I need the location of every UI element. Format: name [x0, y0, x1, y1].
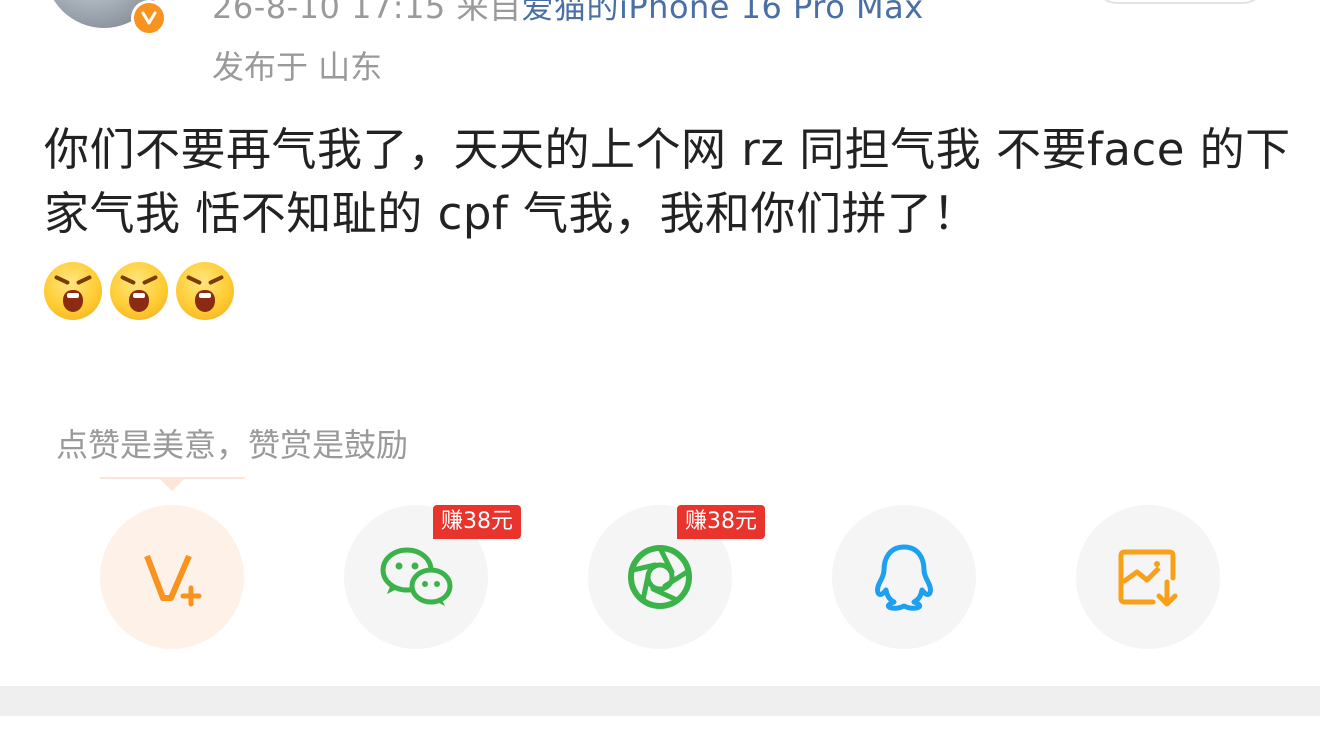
section-divider [0, 686, 1320, 716]
save-image-icon [1118, 549, 1178, 607]
wechat-icon [380, 547, 453, 606]
earn-badge-moments: 赚38元 [677, 505, 765, 539]
post-meta: 26-8-10 17:15 来自爱猫的iPhone 16 Pro Max [212, 0, 924, 28]
post-timestamp: 26-8-10 17:15 [212, 0, 446, 26]
source-prefix: 来自 [456, 0, 522, 26]
emoji-row [44, 262, 234, 320]
post-location: 发布于 山东 [212, 48, 383, 86]
moments-icon [628, 545, 692, 609]
post-content: 你们不要再气我了，天天的上个网 rz 同担气我 不要face 的下家气我 恬不知… [44, 123, 1291, 240]
angry-face-icon [44, 262, 102, 320]
tip-caret [160, 479, 184, 491]
share-qq-button[interactable] [832, 505, 976, 649]
v-plus-icon [144, 554, 202, 607]
reward-tip: 点赞是美意，赞赏是鼓励 [56, 426, 409, 464]
qq-icon [875, 544, 933, 611]
verified-badge-icon [131, 0, 167, 36]
reward-button[interactable] [100, 505, 244, 649]
earn-badge-wechat: 赚38元 [433, 505, 521, 539]
follow-button[interactable] [1095, 0, 1265, 4]
save-image-button[interactable] [1076, 505, 1220, 649]
source-device-link[interactable]: 爱猫的iPhone 16 Pro Max [521, 0, 923, 26]
angry-face-icon [176, 262, 234, 320]
angry-face-icon [110, 262, 168, 320]
